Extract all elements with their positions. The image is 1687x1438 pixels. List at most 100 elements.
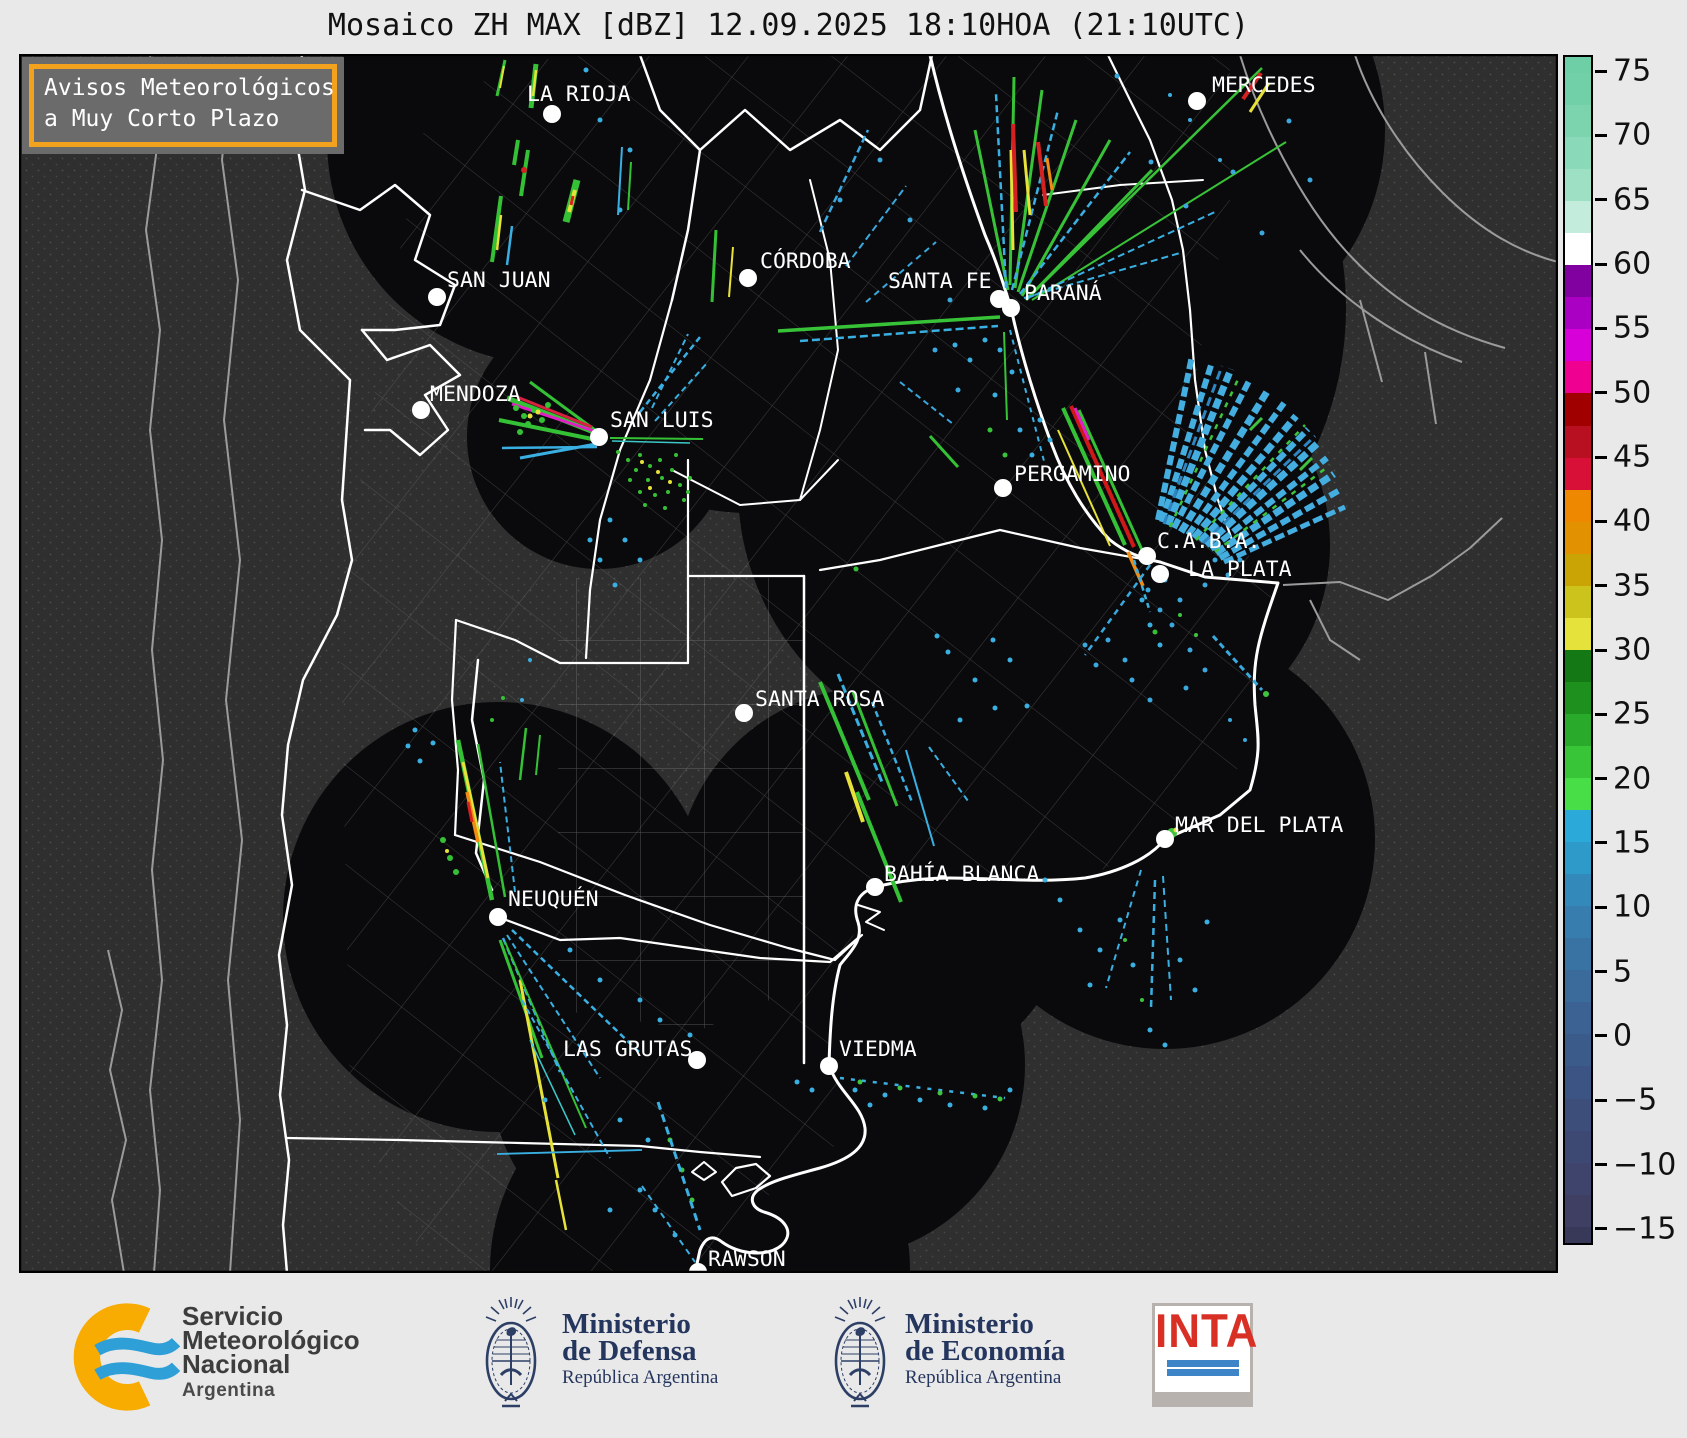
colorbar-segment <box>1565 201 1591 234</box>
colorbar-tick <box>1595 777 1607 781</box>
colorbar-tick <box>1595 1227 1607 1231</box>
city-dot <box>1151 565 1169 583</box>
colorbar-tick-label: −15 <box>1613 1211 1677 1247</box>
colorbar-segment <box>1565 778 1591 811</box>
colorbar-segment <box>1565 1226 1591 1243</box>
city-label: LA RIOJA <box>527 82 631 107</box>
colorbar-tick-label: 0 <box>1613 1018 1633 1054</box>
colorbar-tick <box>1595 326 1607 330</box>
colorbar-segment <box>1565 489 1591 522</box>
colorbar-segment <box>1565 1130 1591 1163</box>
colorbar-segment <box>1565 553 1591 586</box>
economia-line2: de Economía <box>905 1335 1066 1367</box>
colorbar-tick <box>1595 198 1607 202</box>
footer-logos: Servicio Meteorológico Nacional Argentin… <box>0 1275 1687 1438</box>
colorbar-segment <box>1565 329 1591 362</box>
colorbar-tick-label: 15 <box>1613 825 1652 861</box>
colorbar-segment <box>1565 73 1591 106</box>
warning-line2: a Muy Corto Plazo <box>44 106 280 133</box>
colorbar-segment <box>1565 425 1591 458</box>
city-label: SANTA ROSA <box>755 687 884 712</box>
smn-line4: Argentina <box>182 1380 276 1401</box>
city-label: SANTA FE <box>888 269 992 294</box>
city-dot <box>866 878 884 896</box>
colorbar-segment <box>1565 1194 1591 1227</box>
colorbar-segment <box>1565 746 1591 779</box>
colorbar-segment <box>1565 105 1591 138</box>
warning-box-inner: Avisos Meteorológicos a Muy Corto Plazo <box>29 64 337 147</box>
colorbar-tick-label: 60 <box>1613 246 1652 282</box>
smn-logo <box>62 1295 181 1423</box>
colorbar-tick-label: 35 <box>1613 568 1652 604</box>
colorbar-segment <box>1565 906 1591 939</box>
colorbar-segment <box>1565 521 1591 554</box>
warning-box: Avisos Meteorológicos a Muy Corto Plazo <box>22 57 344 154</box>
city-dot <box>1156 830 1174 848</box>
inta-logo: INTA <box>1152 1303 1259 1407</box>
city-label: C.A.B.A. <box>1157 529 1261 554</box>
map-title: Mosaico ZH MAX [dBZ] 12.09.2025 18:10HOA… <box>327 8 1250 43</box>
colorbar-tick-label: 65 <box>1613 182 1652 218</box>
city-label: MAR DEL PLATA <box>1175 813 1343 838</box>
colorbar-tick <box>1595 841 1607 845</box>
colorbar-segment <box>1565 137 1591 170</box>
defensa-line2: de Defensa <box>562 1335 697 1367</box>
warning-line1: Avisos Meteorológicos <box>44 75 335 101</box>
inta-bar-1 <box>1166 1360 1239 1367</box>
colorbar-segment <box>1565 713 1591 746</box>
city-label: SAN JUAN <box>447 268 551 293</box>
colorbar-tick <box>1595 712 1607 716</box>
colorbar-segment <box>1565 1034 1591 1067</box>
city-label: MERCEDES <box>1212 73 1316 98</box>
colorbar-tick <box>1595 262 1607 266</box>
city-dot <box>739 269 757 287</box>
colorbar-segment <box>1565 1162 1591 1195</box>
colorbar-segment <box>1565 169 1591 202</box>
colorbar-tick-label: 10 <box>1613 889 1652 925</box>
colorbar-tick-label: 55 <box>1613 310 1652 346</box>
city-dot <box>1002 299 1020 317</box>
colorbar-segment <box>1565 57 1591 74</box>
colorbar-segment <box>1565 874 1591 907</box>
city-dot <box>590 428 608 446</box>
city-dot <box>1188 92 1206 110</box>
city-label: RAWSON <box>708 1247 786 1272</box>
colorbar-tick <box>1595 584 1607 588</box>
smn-sun-icon <box>73 1303 181 1411</box>
radar-map: LA RIOJA MERCEDES SAN JUAN CÓRDOBA SANTA FE P… <box>19 54 1558 1273</box>
colorbar-tick <box>1595 391 1607 395</box>
inta-wordmark: INTA <box>1155 1305 1259 1358</box>
colorbar-tick-label: 5 <box>1613 954 1633 990</box>
colorbar-segment <box>1565 233 1591 266</box>
city-label: SAN LUIS <box>610 408 714 433</box>
colorbar-tick-label: 50 <box>1613 375 1652 411</box>
radar-mosaic-screen: Mosaico ZH MAX [dBZ] 12.09.2025 18:10HOA… <box>0 0 1687 1438</box>
city-dot <box>428 288 446 306</box>
city-label: LA PLATA <box>1188 557 1292 582</box>
colorbar-segment <box>1565 393 1591 426</box>
colorbar-segment <box>1565 842 1591 875</box>
colorbar-segment <box>1565 938 1591 971</box>
colorbar-tick <box>1595 1098 1607 1102</box>
colorbar-tick <box>1595 905 1607 909</box>
city-label: MENDOZA <box>430 382 521 407</box>
radar-map-svg: LA RIOJA MERCEDES SAN JUAN CÓRDOBA SANTA FE P… <box>19 54 1558 1273</box>
defensa-coat-icon <box>479 1293 543 1417</box>
colorbar-segment <box>1565 265 1591 298</box>
colorbar-segments <box>1565 57 1591 1243</box>
colorbar-tick-label: 75 <box>1613 53 1652 89</box>
city-dot <box>489 908 507 926</box>
city-dot <box>735 704 753 722</box>
colorbar-tick-label: 40 <box>1613 503 1652 539</box>
city-dot <box>1138 547 1156 565</box>
smn-wordmark: Servicio Meteorológico Nacional Argentin… <box>182 1303 360 1403</box>
economia-wordmark: Ministerio de Economía República Argenti… <box>905 1308 1066 1389</box>
colorbar-segment <box>1565 457 1591 490</box>
colorbar-segment <box>1565 585 1591 618</box>
economia-line1: Ministerio <box>905 1308 1034 1340</box>
city-label: PERGAMINO <box>1014 462 1131 487</box>
colorbar-segment <box>1565 297 1591 330</box>
defensa-wordmark: Ministerio de Defensa República Argentin… <box>562 1310 718 1389</box>
colorbar-tick <box>1595 69 1607 73</box>
colorbar-segment <box>1565 681 1591 714</box>
